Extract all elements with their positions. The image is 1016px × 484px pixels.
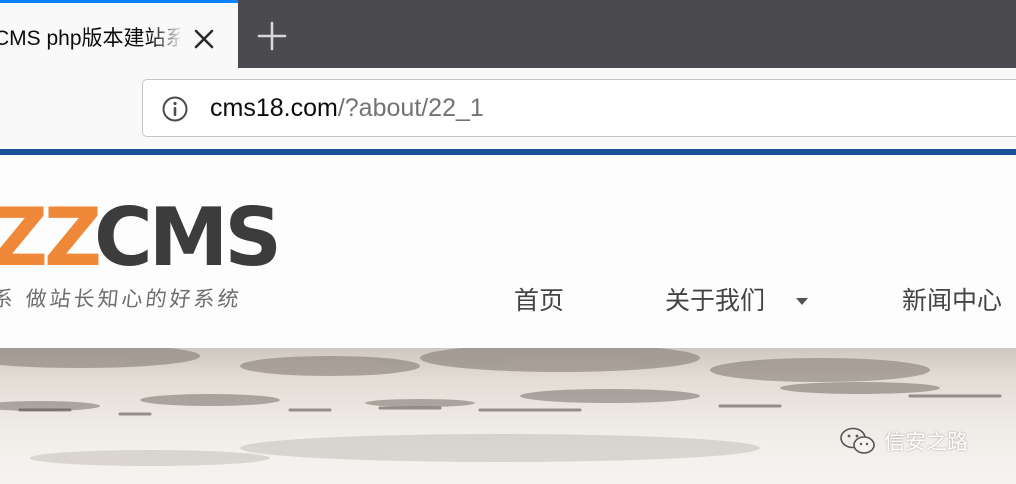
- navigation-toolbar: cms18.com/?about/22_1: [0, 68, 1016, 151]
- logo-cms: CMS: [94, 195, 278, 275]
- nav-news-center[interactable]: 新闻中心: [902, 285, 1002, 317]
- site-slogan: 系 做站长知心的好系统: [0, 287, 243, 311]
- tab-strip: CMS php版本建站系统: [0, 0, 1016, 68]
- url-bar[interactable]: cms18.com/?about/22_1: [142, 79, 1016, 137]
- tab-title-fade: [150, 17, 184, 59]
- nav-home[interactable]: 首页: [514, 285, 564, 317]
- url-text[interactable]: cms18.com/?about/22_1: [210, 92, 484, 124]
- wechat-watermark: 信安之路: [838, 424, 968, 458]
- hero-banner: [0, 348, 1016, 484]
- ink-landscape-art: [0, 348, 1002, 466]
- active-tab[interactable]: CMS php版本建站系统: [0, 0, 238, 68]
- url-path: /?about/22_1: [337, 94, 484, 122]
- site-logo[interactable]: ZZ CMS: [0, 195, 290, 275]
- nav-about-us[interactable]: 关于我们: [665, 285, 765, 317]
- info-icon[interactable]: [161, 95, 189, 123]
- url-host: cms18.com: [210, 94, 338, 122]
- wechat-icon: [840, 427, 875, 454]
- caret-down-icon[interactable]: [796, 298, 808, 306]
- plus-icon[interactable]: [254, 18, 290, 54]
- logo-zz: ZZ: [0, 195, 99, 275]
- watermark-text: 信安之路: [884, 430, 968, 454]
- close-icon[interactable]: [190, 25, 218, 53]
- site-header: ZZ CMS 系 做站长知心的好系统 首页 关于我们 新闻中心: [0, 155, 1016, 348]
